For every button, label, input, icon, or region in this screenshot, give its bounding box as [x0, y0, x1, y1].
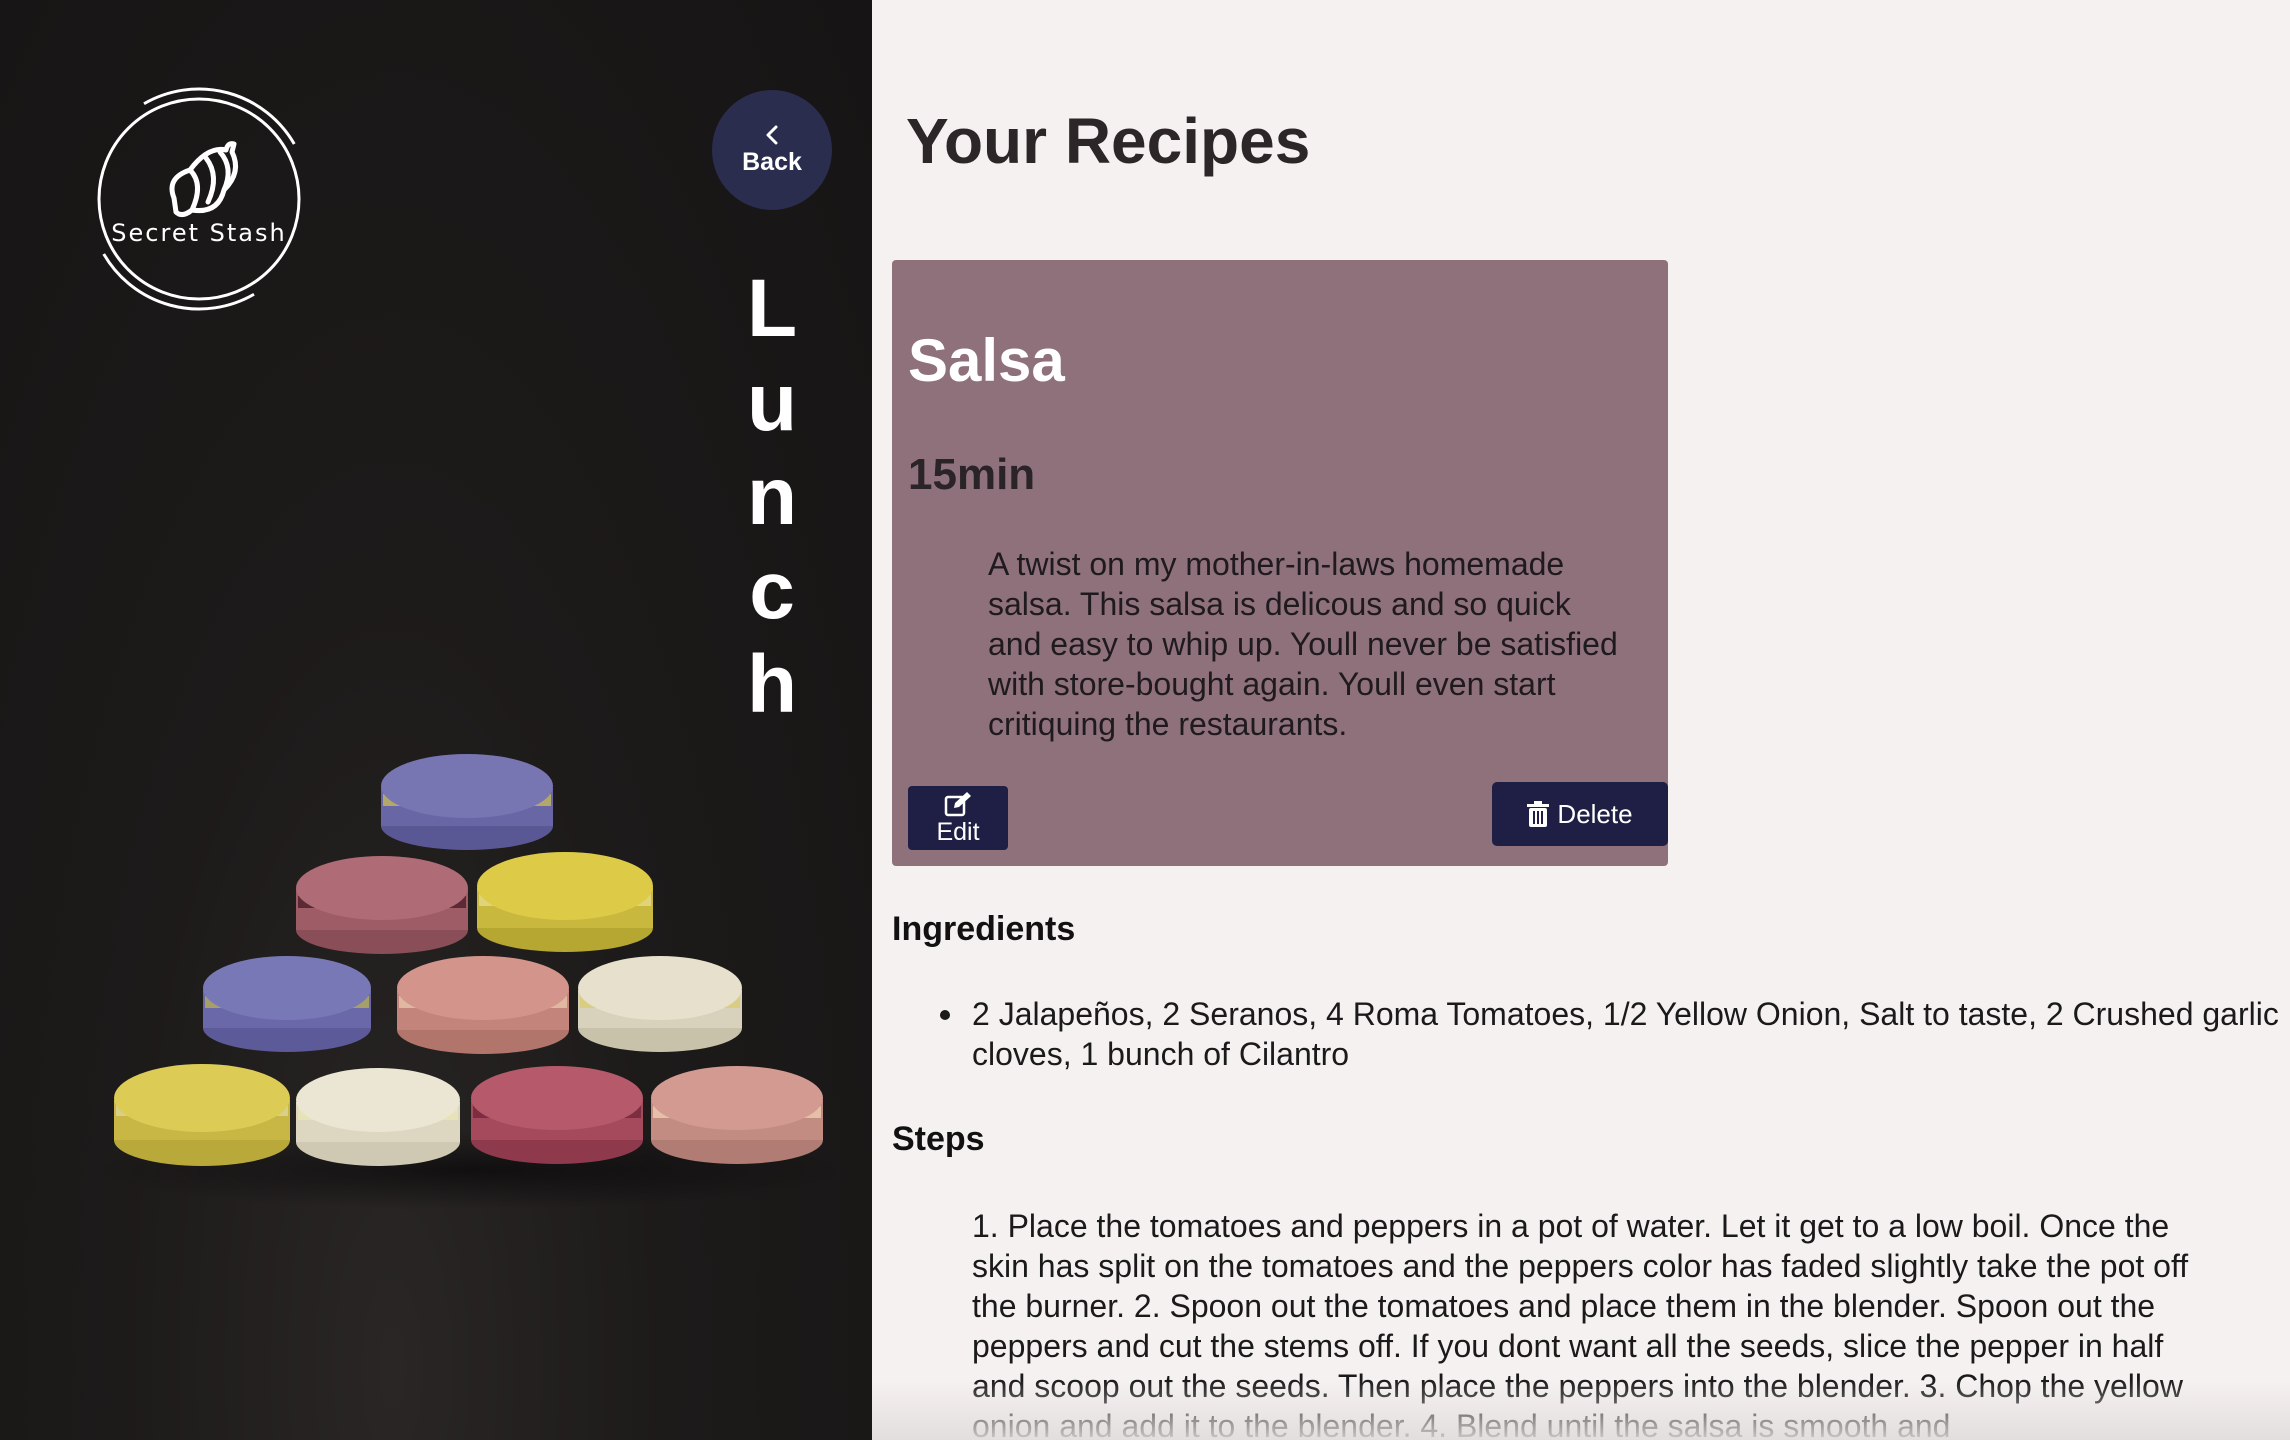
edit-label: Edit: [936, 818, 980, 846]
delete-label: Delete: [1557, 798, 1633, 829]
steps-heading: Steps: [892, 1120, 985, 1158]
macarons-image: [90, 754, 850, 1210]
edit-button[interactable]: Edit: [908, 786, 1008, 850]
main-content: Your Recipes Salsa 15min A twist on my m…: [872, 0, 2290, 1440]
scroll-fade: [872, 1380, 2290, 1440]
macaron: [651, 1066, 823, 1164]
macaron: [397, 956, 569, 1054]
macaron: [578, 956, 742, 1052]
delete-button[interactable]: Delete: [1492, 782, 1668, 846]
ingredients-list: 2 Jalapeños, 2 Seranos, 4 Roma Tomatoes,…: [940, 994, 2282, 1074]
trash-icon: [1527, 801, 1550, 827]
sidebar: Secret Stash Back L u n c h: [0, 0, 872, 1440]
edit-icon: [944, 792, 971, 817]
recipe-time: 15min: [908, 450, 1036, 499]
list-item: 2 Jalapeños, 2 Seranos, 4 Roma Tomatoes,…: [940, 994, 2282, 1074]
macaron: [114, 1064, 290, 1166]
macaron: [203, 956, 371, 1052]
recipe-description: A twist on my mother-in-laws homemade sa…: [988, 546, 1618, 742]
page-title: Your Recipes: [906, 105, 1311, 177]
macaron: [477, 852, 653, 952]
recipe-name: Salsa: [908, 327, 1065, 394]
macaron: [296, 1068, 460, 1166]
recipe-card: Salsa 15min A twist on my mother-in-laws…: [892, 260, 1668, 866]
macaron: [471, 1066, 643, 1164]
ingredients-heading: Ingredients: [892, 910, 1076, 948]
macaron: [296, 856, 468, 954]
macaron: [381, 754, 553, 850]
